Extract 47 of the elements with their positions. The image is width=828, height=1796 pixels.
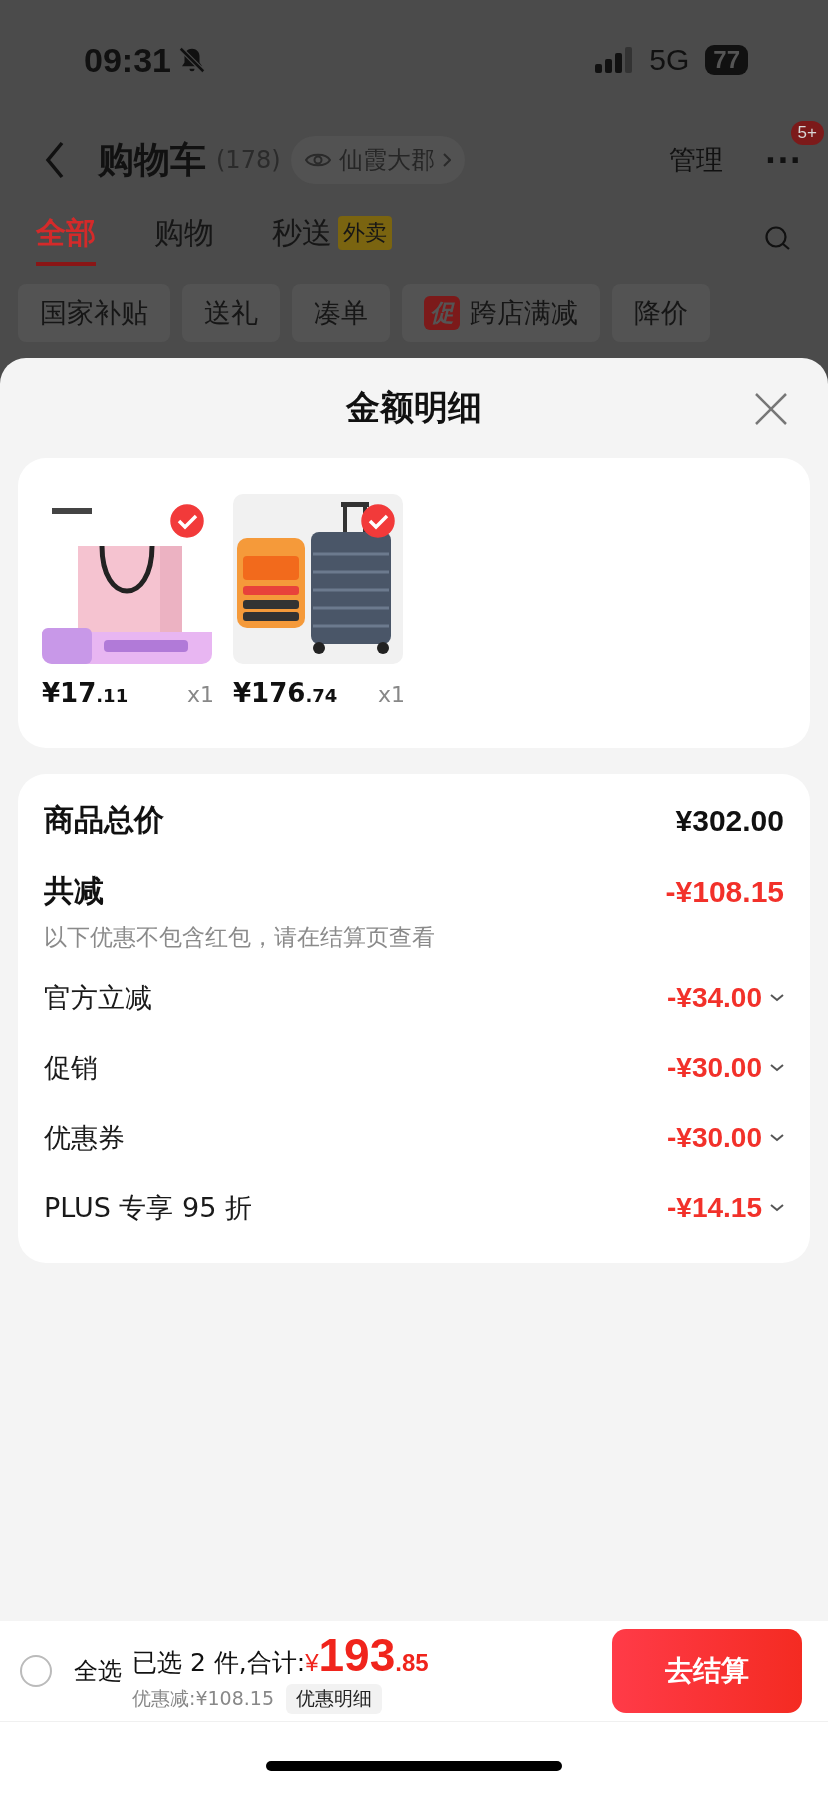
expand-chevron-icon[interactable] bbox=[770, 994, 784, 1002]
discount-value: -¥14.15 bbox=[667, 1192, 762, 1224]
checkout-button[interactable]: 去结算 bbox=[612, 1629, 802, 1713]
savings-text: 优惠减:¥108.15 bbox=[132, 1686, 274, 1711]
filter-chip[interactable]: 降价 bbox=[612, 284, 710, 342]
discount-label: 官方立减 bbox=[44, 981, 152, 1015]
total-amount: ¥193.85 bbox=[305, 1628, 429, 1682]
expand-chevron-icon[interactable] bbox=[770, 1064, 784, 1072]
expand-chevron-icon[interactable] bbox=[770, 1134, 784, 1142]
discount-value: -¥30.00 bbox=[667, 1052, 762, 1084]
select-all-checkbox[interactable] bbox=[20, 1655, 52, 1687]
discount-label: 优惠券 bbox=[44, 1121, 125, 1155]
chevron-icon bbox=[442, 153, 451, 167]
filter-chip[interactable]: 凑单 bbox=[292, 284, 390, 342]
filter-chip[interactable]: 国家补贴 bbox=[18, 284, 170, 342]
manage-link[interactable]: 管理 bbox=[668, 142, 723, 178]
page-title: 购物车 bbox=[98, 137, 206, 182]
total-value: ¥302.00 bbox=[675, 803, 784, 838]
summary-text: 已选 2 件,合计: bbox=[132, 1647, 306, 1679]
product-price: ¥176.74 bbox=[233, 678, 338, 708]
notification-badge: 5+ bbox=[790, 120, 824, 145]
quantity-text: x1 bbox=[186, 682, 214, 707]
expand-chevron-icon[interactable] bbox=[770, 1204, 784, 1212]
eye-icon bbox=[304, 151, 331, 169]
tab[interactable]: 全部 bbox=[36, 212, 96, 266]
quantity-text: x1 bbox=[377, 682, 405, 707]
check-icon[interactable] bbox=[361, 504, 395, 538]
discount-label: 促销 bbox=[44, 1051, 98, 1085]
product-price: ¥17.11 bbox=[42, 678, 129, 708]
discount-value: -¥30.00 bbox=[667, 1122, 762, 1154]
close-icon[interactable] bbox=[754, 392, 788, 426]
discount-detail-button[interactable]: 优惠明细 bbox=[286, 1684, 382, 1714]
filter-chip[interactable]: 送礼 bbox=[182, 284, 280, 342]
clock-time: 09:31 bbox=[84, 40, 171, 80]
network-label: 5G bbox=[649, 43, 690, 77]
sheet-title: 金额明细 bbox=[346, 386, 482, 429]
reduction-label: 共减 bbox=[44, 872, 104, 910]
note-text: 以下优惠不包含红包，请在结算页查看 bbox=[44, 923, 436, 952]
reduction-value: -¥108.15 bbox=[665, 874, 784, 909]
battery-indicator: 77 bbox=[705, 45, 748, 75]
total-label: 商品总价 bbox=[44, 801, 164, 839]
select-all-label[interactable]: 全选 bbox=[74, 1655, 122, 1687]
check-icon[interactable] bbox=[170, 504, 204, 538]
more-button[interactable]: ··· bbox=[764, 142, 802, 178]
discount-value: -¥34.00 bbox=[667, 982, 762, 1014]
discount-label: PLUS 专享 95 折 bbox=[44, 1191, 252, 1225]
filter-chip[interactable]: 促 跨店满减 bbox=[402, 284, 600, 342]
